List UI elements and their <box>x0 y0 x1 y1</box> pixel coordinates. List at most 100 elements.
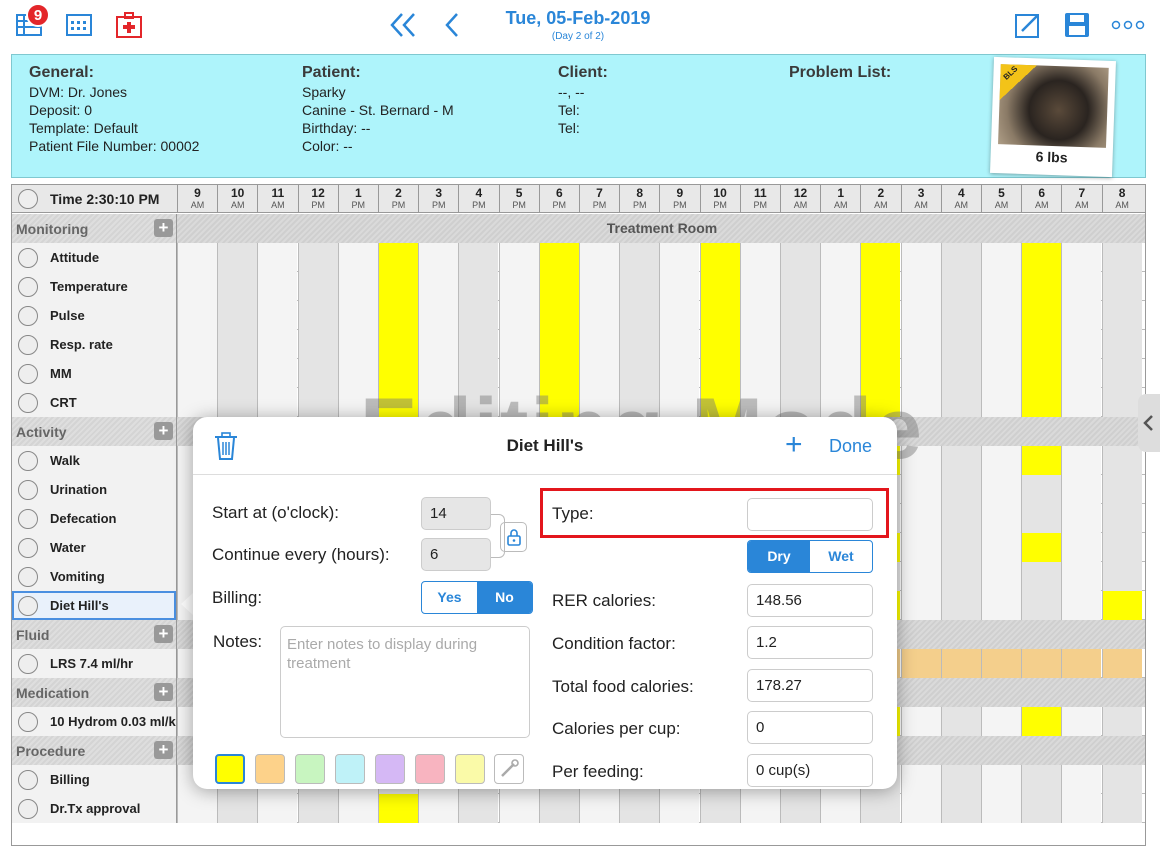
calories-per-cup-field[interactable]: 0 <box>747 711 873 744</box>
grid-cell[interactable] <box>940 475 981 504</box>
grid-cell[interactable] <box>900 765 941 794</box>
grid-cell[interactable] <box>498 330 539 359</box>
grid-cell[interactable] <box>860 272 901 301</box>
add-section-item-icon[interactable]: + <box>154 741 173 759</box>
type-field[interactable] <box>747 498 873 531</box>
grid-cell[interactable] <box>1061 243 1102 272</box>
first-day-chevrons-icon[interactable] <box>388 10 418 40</box>
grid-cell[interactable] <box>1061 330 1102 359</box>
row-label[interactable]: Urination <box>12 475 177 504</box>
grid-cell[interactable] <box>579 330 619 359</box>
rer-field[interactable]: 148.56 <box>747 584 873 617</box>
grid-cell[interactable] <box>981 707 1021 736</box>
grid-cell[interactable] <box>177 330 217 359</box>
color-swatch[interactable] <box>455 754 485 784</box>
grid-cell[interactable] <box>981 533 1021 562</box>
grid-cell[interactable] <box>860 301 901 330</box>
grid-cell[interactable] <box>458 301 499 330</box>
grid-cell[interactable] <box>820 272 861 301</box>
grid-cell[interactable] <box>1061 301 1102 330</box>
grid-cell[interactable] <box>177 243 217 272</box>
grid-cell[interactable] <box>1061 562 1102 591</box>
grid-cell[interactable] <box>1101 301 1142 330</box>
grid-cell[interactable] <box>217 301 258 330</box>
grid-cell[interactable] <box>177 794 217 823</box>
row-status-circle-icon[interactable] <box>18 450 38 471</box>
billing-yes-option[interactable]: Yes <box>422 582 477 613</box>
wet-option[interactable]: Wet <box>810 541 872 572</box>
color-swatch[interactable] <box>335 754 365 784</box>
grid-cell[interactable] <box>981 446 1021 475</box>
grid-cell[interactable] <box>659 794 700 823</box>
grid-cell[interactable] <box>940 707 981 736</box>
grid-cell[interactable] <box>940 562 981 591</box>
grid-cell[interactable] <box>1101 562 1142 591</box>
billing-no-option[interactable]: No <box>477 582 532 613</box>
grid-cell[interactable] <box>1061 359 1102 388</box>
grid-cell[interactable] <box>940 591 981 620</box>
grid-cell[interactable] <box>217 359 258 388</box>
row-status-circle-icon[interactable] <box>18 566 38 587</box>
grid-cell[interactable] <box>257 794 298 823</box>
dry-option[interactable]: Dry <box>748 541 810 572</box>
grid-cell[interactable] <box>297 794 338 823</box>
grid-cell[interactable] <box>699 272 740 301</box>
grid-cell[interactable] <box>257 388 298 417</box>
grid-cell[interactable] <box>659 301 700 330</box>
grid-cell[interactable] <box>538 243 579 272</box>
grid-cell[interactable] <box>1101 330 1142 359</box>
row-label[interactable]: LRS 7.4 ml/hr <box>12 649 177 678</box>
grid-cell[interactable] <box>1101 272 1142 301</box>
lock-icon[interactable] <box>500 522 527 552</box>
grid-cell[interactable] <box>981 504 1021 533</box>
color-swatch[interactable] <box>255 754 285 784</box>
grid-cell[interactable] <box>217 794 258 823</box>
grid-cell[interactable] <box>1061 533 1102 562</box>
grid-cell[interactable] <box>1021 794 1062 823</box>
grid-cell[interactable] <box>1021 765 1062 794</box>
grid-cell[interactable] <box>177 359 217 388</box>
grid-cell[interactable] <box>337 330 378 359</box>
grid-cell[interactable] <box>297 301 338 330</box>
treatment-row[interactable]: Attitude <box>12 243 1145 272</box>
grid-cell[interactable] <box>1101 533 1142 562</box>
row-status-circle-icon[interactable] <box>18 798 38 819</box>
row-label[interactable]: Medication + <box>12 678 177 707</box>
grid-cell[interactable] <box>860 794 901 823</box>
treatment-row[interactable]: Temperature <box>12 272 1145 301</box>
grid-cell[interactable] <box>1021 649 1062 678</box>
grid-cell[interactable] <box>1021 243 1062 272</box>
grid-cell[interactable] <box>1021 562 1062 591</box>
grid-cell[interactable] <box>378 272 418 301</box>
grid-cell[interactable] <box>217 388 258 417</box>
grid-cell[interactable] <box>297 359 338 388</box>
eyedropper-icon[interactable] <box>494 754 524 784</box>
grid-cell[interactable] <box>780 794 820 823</box>
grid-cell[interactable] <box>981 330 1021 359</box>
grid-cell[interactable] <box>981 794 1021 823</box>
condition-factor-field[interactable]: 1.2 <box>747 626 873 659</box>
treatment-row[interactable]: Resp. rate <box>12 330 1145 359</box>
grid-cell[interactable] <box>900 475 941 504</box>
row-status-circle-icon[interactable] <box>18 247 38 268</box>
grid-cell[interactable] <box>1021 446 1062 475</box>
grid-cell[interactable] <box>579 794 619 823</box>
grid-cell[interactable] <box>458 794 499 823</box>
grid-cell[interactable] <box>1021 504 1062 533</box>
grid-cell[interactable] <box>337 272 378 301</box>
grid-cell[interactable] <box>981 388 1021 417</box>
add-section-item-icon[interactable]: + <box>154 683 173 701</box>
date-display[interactable]: Tue, 05-Feb-2019 (Day 2 of 2) <box>478 8 678 42</box>
row-label[interactable]: Billing <box>12 765 177 794</box>
grid-cell[interactable] <box>538 330 579 359</box>
grid-cell[interactable] <box>418 243 459 272</box>
grid-cell[interactable] <box>1061 272 1102 301</box>
grid-cell[interactable] <box>1021 359 1062 388</box>
add-section-item-icon[interactable]: + <box>154 422 173 440</box>
grid-cell[interactable] <box>619 330 660 359</box>
grid-cell[interactable] <box>981 591 1021 620</box>
row-label[interactable]: Walk <box>12 446 177 475</box>
grid-cell[interactable] <box>981 301 1021 330</box>
grid-cell[interactable] <box>900 243 941 272</box>
grid-cell[interactable] <box>1021 272 1062 301</box>
